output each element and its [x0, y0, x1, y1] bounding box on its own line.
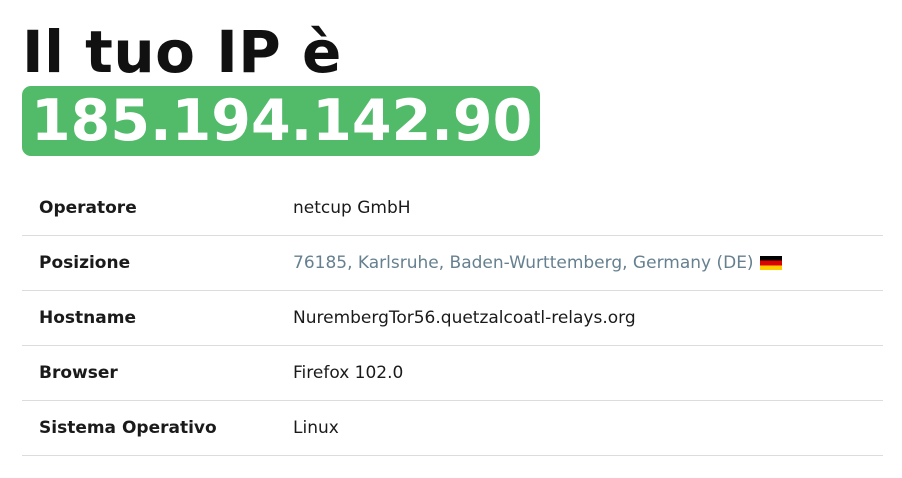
operator-label: Operatore	[39, 198, 137, 218]
ip-details-table: Operatore netcup GmbH Posizione 76185, K…	[22, 181, 883, 456]
ip-address-badge: 185.194.142.90	[22, 86, 541, 156]
table-row-os: Sistema Operativo Linux	[22, 401, 883, 456]
germany-flag-icon	[759, 256, 782, 270]
os-value: Linux	[293, 418, 339, 438]
table-row-location: Posizione 76185, Karlsruhe, Baden-Wurtte…	[22, 236, 883, 291]
hostname-label: Hostname	[39, 308, 136, 328]
table-row-hostname: Hostname NurembergTor56.quetzalcoatl-rel…	[22, 291, 883, 346]
operator-value: netcup GmbH	[293, 198, 411, 218]
location-link[interactable]: 76185, Karlsruhe, Baden-Wurttemberg, Ger…	[293, 236, 782, 290]
table-row-browser: Browser Firefox 102.0	[22, 346, 883, 401]
table-row-operator: Operatore netcup GmbH	[22, 181, 883, 236]
browser-value: Firefox 102.0	[293, 363, 404, 383]
ip-info-page: Il tuo IP è 185.194.142.90 Operatore net…	[0, 0, 902, 478]
os-label: Sistema Operativo	[39, 418, 217, 438]
browser-label: Browser	[39, 363, 118, 383]
location-value[interactable]: 76185, Karlsruhe, Baden-Wurttemberg, Ger…	[293, 253, 754, 273]
page-title: Il tuo IP è	[22, 18, 342, 86]
location-label: Posizione	[39, 253, 131, 273]
hostname-value: NurembergTor56.quetzalcoatl-relays.org	[293, 308, 636, 328]
